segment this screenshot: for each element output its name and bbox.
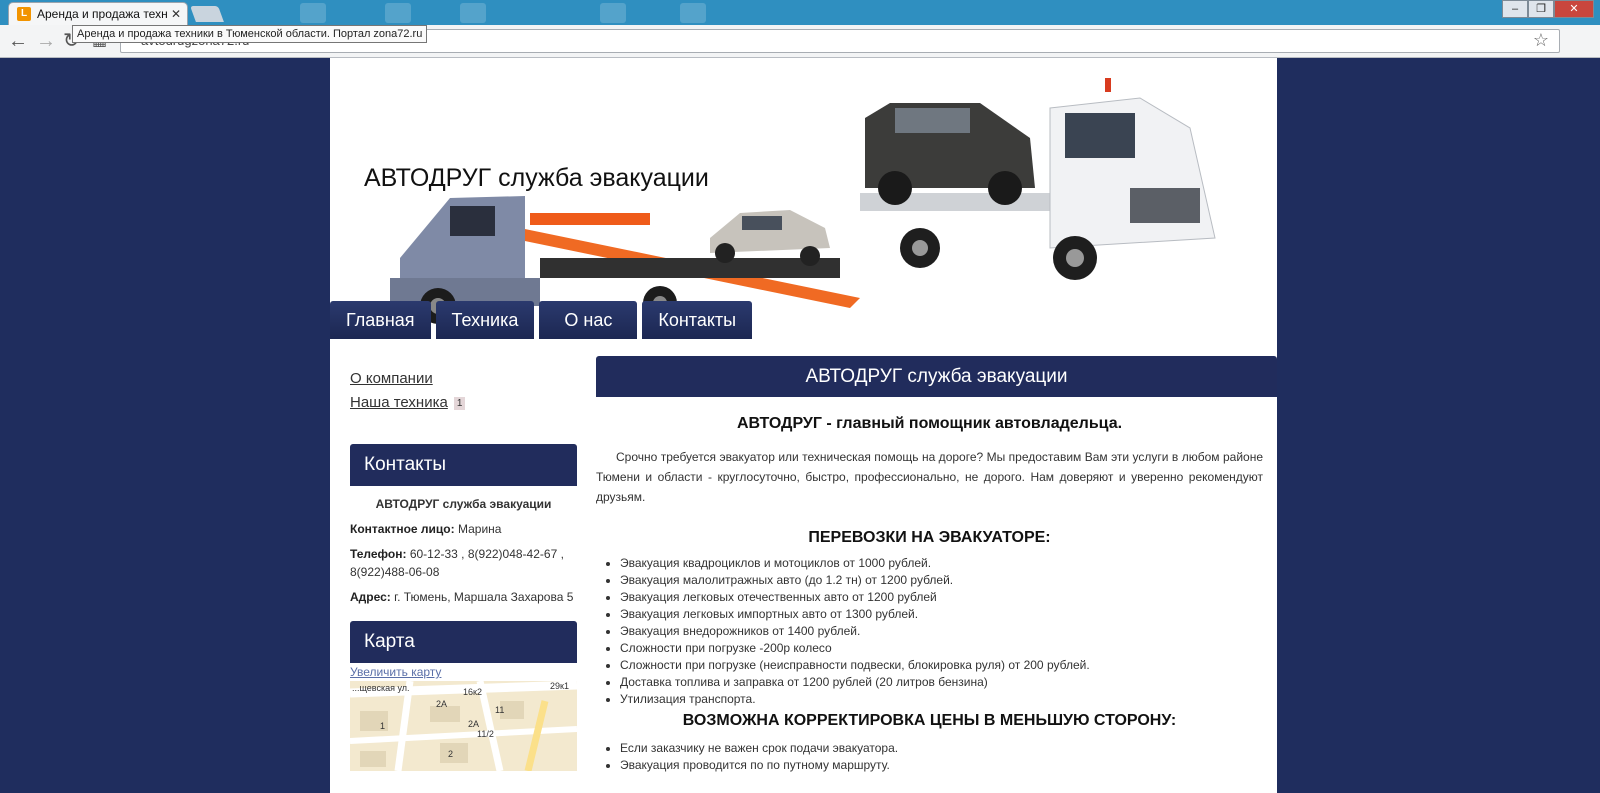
browser-tab[interactable]: L Аренда и продажа техни ✕ (8, 2, 188, 25)
intro-paragraph: Срочно требуется эвакуатор или техническ… (596, 450, 1263, 504)
map-label: 11 (495, 705, 505, 715)
contacts-box: Контакты АВТОДРУГ служба эвакуации Конта… (350, 444, 577, 606)
sidebar-link-label: Наша техника (350, 394, 448, 411)
services-heading: ПЕРЕВОЗКИ НА ЭВАКУАТОРЕ: (808, 529, 1051, 546)
map-title: Карта (350, 621, 577, 663)
window-controls: – ❐ ✕ (1502, 0, 1594, 18)
site-title: АВТОДРУГ служба эвакуации (364, 164, 709, 192)
contact-address-label: Адрес: (350, 590, 391, 604)
map-label: 2А (468, 719, 480, 729)
enlarge-map-link[interactable]: Увеличить карту (350, 665, 577, 679)
list-item: Эвакуация легковых импортных авто от 130… (620, 606, 1263, 623)
services-list: Эвакуация квадроциклов и мотоциклов от 1… (620, 555, 1263, 708)
main-subtitle: АВТОДРУГ - главный помощник автовладельц… (736, 415, 1123, 432)
list-item: Сложности при погрузке -200р колесо (620, 640, 1263, 657)
contact-address: Адрес: г. Тюмень, Маршала Захарова 5 (350, 588, 577, 606)
contact-phone: Телефон: 60-12-33 , 8(922)048-42-67 , 8(… (350, 545, 577, 581)
contact-address-value: г. Тюмень, Маршала Захарова 5 (394, 590, 574, 604)
list-item: Эвакуация квадроциклов и мотоциклов от 1… (620, 555, 1263, 572)
background-icon (460, 3, 486, 23)
forward-icon[interactable]: → (36, 29, 56, 53)
map-label: 16к2 (463, 687, 482, 697)
main-body: АВТОДРУГ - главный помощник автовладельц… (596, 415, 1277, 774)
list-item: Если заказчику не важен срок подачи эвак… (620, 740, 1263, 757)
close-icon[interactable]: ✕ (171, 7, 181, 21)
top-navigation: Главная Техника О нас Контакты (330, 301, 757, 339)
map-label: ...щевская ул. (352, 683, 410, 693)
background-icon (680, 3, 706, 23)
background-icon (600, 3, 626, 23)
map-view[interactable]: ...щевская ул. 16к2 29к1 2А 11 2А 11/2 1… (350, 681, 577, 771)
nav-item-about[interactable]: О нас (539, 301, 638, 339)
close-window-button[interactable]: ✕ (1554, 0, 1594, 18)
nav-item-equipment[interactable]: Техника (435, 301, 535, 339)
map-label: 2А (436, 699, 448, 709)
main-header: АВТОДРУГ служба эвакуации (596, 356, 1277, 397)
list-item: Эвакуация легковых отечественных авто от… (620, 589, 1263, 606)
sidebar: О компании Наша техника 1 Контакты АВТОДР… (350, 370, 577, 771)
map-label: 11/2 (477, 729, 494, 739)
back-icon[interactable]: ← (8, 29, 28, 53)
sidebar-link-equipment[interactable]: Наша техника 1 (350, 394, 577, 411)
tab-tooltip: Аренда и продажа техники в Тюменской обл… (72, 25, 428, 43)
count-badge: 1 (453, 396, 466, 410)
nav-item-home[interactable]: Главная (330, 301, 431, 339)
map-label: 29к1 (550, 681, 569, 691)
background-icon (300, 3, 326, 23)
browser-tabstrip: L Аренда и продажа техни ✕ – ❐ ✕ (0, 0, 1600, 25)
contact-person-value: Марина (457, 522, 502, 536)
contacts-body: АВТОДРУГ служба эвакуации Контактное лиц… (350, 486, 577, 606)
header-banner-image (390, 78, 1216, 324)
company-name: АВТОДРУГ служба эвакуации (375, 497, 552, 511)
minimize-icon[interactable]: – (1502, 0, 1528, 18)
list-item: Сложности при погрузке (неисправности по… (620, 657, 1263, 674)
list-item: Доставка топлива и заправка от 1200 рубл… (620, 674, 1263, 691)
contact-person: Контактное лицо: Марина (350, 520, 577, 538)
contact-phone-label: Телефон: (350, 547, 407, 561)
background-icon (385, 3, 411, 23)
site-header: АВТОДРУГ служба эвакуации (330, 58, 1277, 338)
star-icon[interactable]: ☆ (1533, 30, 1549, 51)
price-note-list: Если заказчику не важен срок подачи эвак… (620, 740, 1263, 774)
list-item: Утилизация транспорта. (620, 691, 1263, 708)
maximize-icon[interactable]: ❐ (1528, 0, 1554, 18)
contact-person-label: Контактное лицо: (350, 522, 455, 536)
contacts-title: Контакты (350, 444, 577, 486)
map-box: Карта Увеличить карту ...щевская ул. 16к… (350, 621, 577, 771)
list-item: Эвакуация малолитражных авто (до 1.2 тн)… (620, 572, 1263, 589)
map-label: 1 (380, 721, 386, 731)
page-container: АВТОДРУГ служба эвакуации Главная Техник… (330, 58, 1277, 793)
nav-item-contacts[interactable]: Контакты (642, 301, 753, 339)
list-item: Эвакуация внедорожников от 1400 рублей. (620, 623, 1263, 640)
tow-truck-right-icon (860, 78, 1216, 280)
tab-title: Аренда и продажа техни (37, 7, 167, 21)
favicon-icon: L (17, 7, 31, 21)
new-tab-button[interactable] (190, 6, 224, 22)
list-item: Эвакуация проводится по по путному маршр… (620, 757, 1263, 774)
main-content: АВТОДРУГ служба эвакуации АВТОДРУГ - гла… (596, 356, 1277, 774)
map-label: 2 (448, 749, 454, 759)
sidebar-link-label: О компании (350, 370, 433, 387)
price-note-heading: ВОЗМОЖНА КОРРЕКТИРОВКА ЦЕНЫ В МЕНЬШУЮ СТ… (682, 712, 1177, 729)
sidebar-link-about[interactable]: О компании (350, 370, 577, 387)
